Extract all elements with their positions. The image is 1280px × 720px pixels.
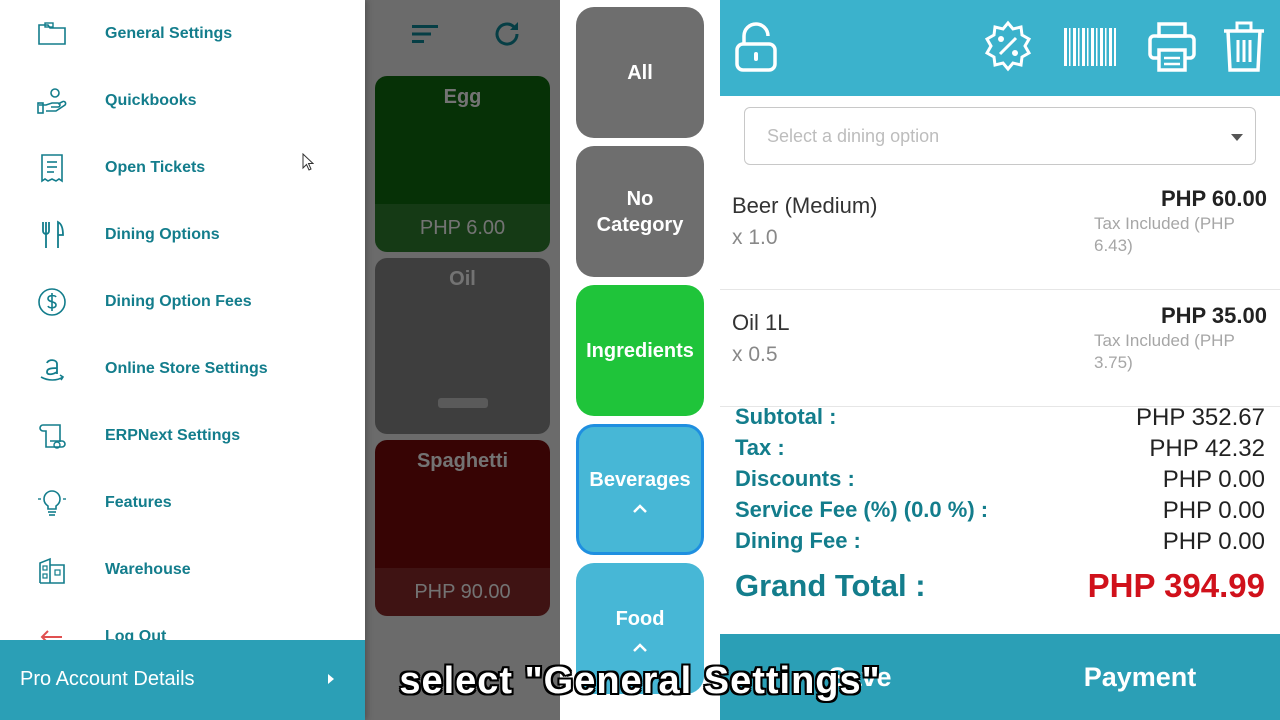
service-fee-label: Service Fee (%) (0.0 %) : xyxy=(735,497,989,522)
item-price: PHP 35.00 xyxy=(1160,303,1267,328)
menu-item-warehouse[interactable]: Warehouse xyxy=(0,536,365,603)
folder-icon xyxy=(38,21,66,45)
tax-label: Tax : xyxy=(735,435,785,460)
dining-fee-row: Dining Fee : PHP 0.00 xyxy=(735,528,1265,559)
drawer-menu: General Settings Quickbooks Open Tickets xyxy=(0,0,365,640)
fork-knife-icon xyxy=(42,220,64,248)
subtotal-label: Subtotal : xyxy=(735,404,837,429)
refresh-icon[interactable] xyxy=(491,18,523,50)
menu-item-features[interactable]: Features xyxy=(0,469,365,536)
video-caption: select "General Settings" xyxy=(399,660,881,702)
building-icon xyxy=(39,557,65,584)
product-price: PHP 90.00 xyxy=(375,568,550,616)
category-label: Food xyxy=(615,607,665,630)
category-no-category[interactable]: No Category xyxy=(576,146,704,277)
discounts-label: Discounts : xyxy=(735,466,855,491)
category-label: No Category xyxy=(596,187,684,236)
mouse-cursor-icon xyxy=(302,153,314,171)
subtotal-value: PHP 352.67 xyxy=(1136,404,1265,431)
dollar-circle-icon xyxy=(38,287,66,316)
receipt-icon xyxy=(41,153,63,182)
menu-item-log-out[interactable]: Log Out xyxy=(0,603,365,640)
item-name: Beer (Medium) xyxy=(732,193,878,218)
lightbulb-icon xyxy=(38,489,66,516)
grand-total-row: Grand Total : PHP 394.99 xyxy=(735,562,1265,610)
sort-icon[interactable] xyxy=(409,18,441,50)
product-tile-egg[interactable]: Egg PHP 6.00 xyxy=(375,76,550,252)
menu-item-label: Log Out xyxy=(105,627,167,641)
chevron-up-icon xyxy=(633,503,647,513)
category-label: Ingredients xyxy=(586,339,694,362)
menu-item-erpnext-settings[interactable]: ERPNext Settings xyxy=(0,402,365,469)
menu-item-label: Dining Option Fees xyxy=(105,292,252,310)
grand-total-label: Grand Total : xyxy=(735,568,926,603)
product-tile-spaghetti[interactable]: Spaghetti PHP 90.00 xyxy=(375,440,550,616)
printer-icon[interactable] xyxy=(1146,20,1198,74)
menu-item-label: Open Tickets xyxy=(105,158,206,176)
category-label: All xyxy=(627,61,653,84)
discounts-row: Discounts : PHP 0.00 xyxy=(735,466,1265,497)
menu-item-label: Online Store Settings xyxy=(105,359,268,377)
menu-item-label: Features xyxy=(105,493,172,511)
product-name: Spaghetti xyxy=(416,450,509,472)
category-list: All No Category Ingredients Beverages Fo… xyxy=(560,0,720,720)
product-image-placeholder xyxy=(438,398,488,408)
order-panel: Select a dining option Beer (Medium) x 1… xyxy=(720,0,1280,720)
tax-row: Tax : PHP 42.32 xyxy=(735,435,1265,466)
item-tax-note: Tax Included (PHP 3.75) xyxy=(1094,331,1235,372)
discount-badge-icon[interactable] xyxy=(982,20,1034,74)
category-all[interactable]: All xyxy=(576,7,704,138)
product-grid: Egg PHP 6.00 Oil Spaghetti PHP 90.00 xyxy=(365,0,560,720)
menu-item-label: General Settings xyxy=(105,24,233,42)
menu-item-label: Quickbooks xyxy=(105,91,197,109)
hand-coin-icon xyxy=(37,87,67,114)
discounts-value: PHP 0.00 xyxy=(1162,466,1265,493)
navigation-drawer: General Settings Quickbooks Open Tickets xyxy=(0,0,365,720)
unlock-icon[interactable] xyxy=(732,20,784,74)
grid-toolbar xyxy=(365,0,560,68)
order-toolbar xyxy=(720,0,1280,96)
order-totals: Subtotal : PHP 352.67 Tax : PHP 42.32 Di… xyxy=(735,404,1265,610)
category-label: Beverages xyxy=(589,468,691,491)
menu-item-label: ERPNext Settings xyxy=(105,426,241,444)
dining-fee-value: PHP 0.00 xyxy=(1162,528,1265,555)
tax-value: PHP 42.32 xyxy=(1149,435,1265,462)
menu-item-quickbooks[interactable]: Quickbooks xyxy=(0,67,365,134)
menu-item-dining-options[interactable]: Dining Options xyxy=(0,201,365,268)
chevron-up-icon xyxy=(633,642,647,652)
item-quantity: x 1.0 xyxy=(732,226,778,249)
product-name: Egg xyxy=(443,86,482,108)
menu-item-general-settings[interactable]: General Settings xyxy=(0,0,365,67)
item-tax-note: Tax Included (PHP 6.43) xyxy=(1094,214,1235,255)
dining-option-select[interactable]: Select a dining option xyxy=(744,107,1256,165)
item-price: PHP 60.00 xyxy=(1160,186,1267,211)
order-line-item[interactable]: Beer (Medium) x 1.0 PHP 60.00 Tax Includ… xyxy=(720,173,1280,290)
menu-item-online-store-settings[interactable]: Online Store Settings xyxy=(0,335,365,402)
trash-icon[interactable] xyxy=(1218,20,1270,74)
amazon-icon xyxy=(40,358,65,381)
product-name: Oil xyxy=(449,268,476,290)
item-quantity: x 0.5 xyxy=(732,343,778,366)
item-name: Oil 1L xyxy=(732,310,790,335)
dropdown-caret-icon xyxy=(1231,134,1243,141)
barcode-icon[interactable] xyxy=(1062,20,1118,74)
subtotal-row: Subtotal : PHP 352.67 xyxy=(735,404,1265,435)
grand-total-value: PHP 394.99 xyxy=(1087,567,1265,604)
category-beverages[interactable]: Beverages xyxy=(576,424,704,555)
category-ingredients[interactable]: Ingredients xyxy=(576,285,704,416)
pos-screen: Egg PHP 6.00 Oil Spaghetti PHP 90.00 All… xyxy=(0,0,1280,720)
dining-fee-label: Dining Fee : xyxy=(735,528,861,553)
service-fee-value: PHP 0.00 xyxy=(1162,497,1265,524)
logout-icon xyxy=(40,629,62,640)
product-price: PHP 6.00 xyxy=(375,204,550,252)
menu-item-label: Dining Options xyxy=(105,225,220,243)
scroll-icon xyxy=(39,423,66,449)
menu-item-label: Warehouse xyxy=(105,560,191,578)
dining-option-placeholder: Select a dining option xyxy=(767,126,940,146)
service-fee-row: Service Fee (%) (0.0 %) : PHP 0.00 xyxy=(735,497,1265,528)
product-tile-oil[interactable]: Oil xyxy=(375,258,550,434)
menu-item-dining-option-fees[interactable]: Dining Option Fees xyxy=(0,268,365,335)
order-line-item[interactable]: Oil 1L x 0.5 PHP 35.00 Tax Included (PHP… xyxy=(720,290,1280,407)
